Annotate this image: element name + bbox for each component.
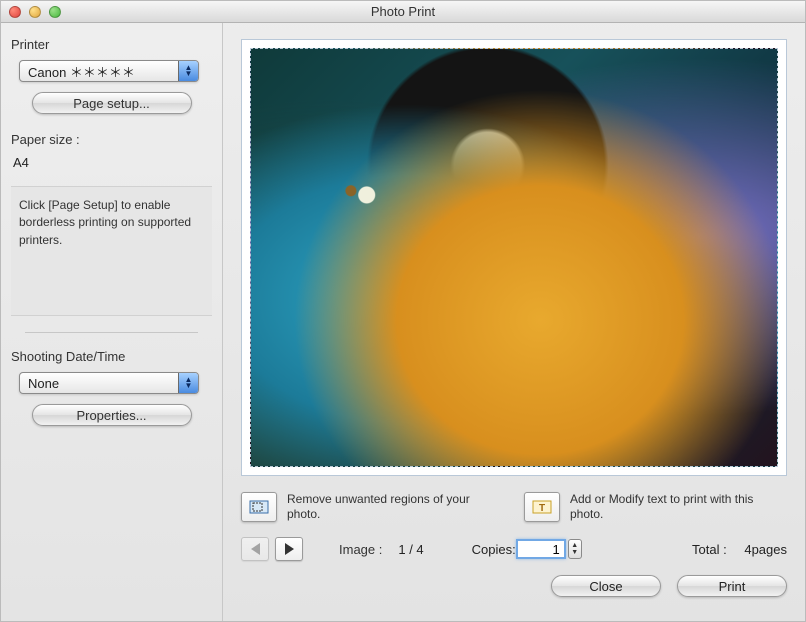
photo-preview-frame (241, 39, 787, 476)
close-button[interactable]: Close (551, 575, 661, 597)
total-value: 4pages (744, 542, 787, 557)
print-button-label: Print (719, 579, 746, 594)
crop-icon (248, 498, 270, 516)
page-setup-button[interactable]: Page setup... (32, 92, 192, 114)
next-image-button[interactable] (275, 537, 303, 561)
total-label: Total : (692, 542, 727, 557)
printer-select-value: Canon ＊＊＊＊＊ (28, 62, 135, 81)
copies-label: Copies: (472, 542, 516, 557)
zoom-window-button[interactable] (49, 6, 61, 18)
properties-button-label: Properties... (76, 408, 146, 423)
close-window-button[interactable] (9, 6, 21, 18)
footer-buttons: Close Print (241, 575, 787, 611)
close-button-label: Close (589, 579, 622, 594)
properties-button[interactable]: Properties... (32, 404, 192, 426)
titlebar: Photo Print (1, 1, 805, 23)
print-button[interactable]: Print (677, 575, 787, 597)
svg-text:T: T (539, 503, 545, 514)
main-area: Remove unwanted regions of your photo. T… (223, 23, 805, 621)
dropdown-arrows-icon: ▲▼ (178, 373, 198, 393)
copies-stepper[interactable]: ▲ ▼ (568, 539, 582, 559)
paper-size-label: Paper size : (11, 132, 212, 147)
crop-tool-text: Remove unwanted regions of your photo. (287, 492, 504, 523)
crop-tool-button[interactable] (241, 492, 277, 522)
arrow-right-icon (285, 543, 294, 555)
stepper-down-icon: ▼ (571, 549, 578, 556)
datetime-select[interactable]: None ▲▼ (19, 372, 199, 394)
window-body: Printer Canon ＊＊＊＊＊ ▲▼ Page setup... Pap… (1, 23, 805, 621)
text-tool-text: Add or Modify text to print with this ph… (570, 492, 787, 523)
copies-input[interactable] (516, 539, 566, 559)
page-setup-button-label: Page setup... (73, 96, 150, 111)
text-tool-button[interactable]: T (524, 492, 560, 522)
sidebar: Printer Canon ＊＊＊＊＊ ▲▼ Page setup... Pap… (1, 23, 223, 621)
hint-box: Click [Page Setup] to enable borderless … (11, 186, 212, 316)
paper-size-value: A4 (13, 155, 212, 170)
dropdown-arrows-icon: ▲▼ (178, 61, 198, 81)
copies-group: Copies: ▲ ▼ (472, 539, 582, 559)
text-tool: T Add or Modify text to print with this … (524, 492, 787, 523)
minimize-window-button[interactable] (29, 6, 41, 18)
datetime-label: Shooting Date/Time (11, 349, 212, 364)
printer-select[interactable]: Canon ＊＊＊＊＊ ▲▼ (19, 60, 199, 82)
printer-label: Printer (11, 37, 212, 52)
tool-row: Remove unwanted regions of your photo. T… (241, 476, 787, 533)
window-controls (9, 6, 61, 18)
arrow-left-icon (251, 543, 260, 555)
text-icon: T (531, 498, 553, 516)
datetime-select-value: None (28, 376, 59, 391)
total-group: Total : 4pages (692, 542, 787, 557)
photo-preview-image (250, 48, 778, 467)
window-title: Photo Print (1, 4, 805, 19)
crop-tool: Remove unwanted regions of your photo. (241, 492, 504, 523)
prev-image-button[interactable] (241, 537, 269, 561)
image-counter: 1 / 4 (398, 542, 423, 557)
stepper-up-icon: ▲ (571, 542, 578, 549)
sidebar-divider (25, 332, 198, 333)
photo-print-window: Photo Print Printer Canon ＊＊＊＊＊ ▲▼ Page … (0, 0, 806, 622)
nav-row: Image : 1 / 4 Copies: ▲ ▼ Total : 4pages (241, 533, 787, 575)
image-label: Image : (339, 542, 382, 557)
